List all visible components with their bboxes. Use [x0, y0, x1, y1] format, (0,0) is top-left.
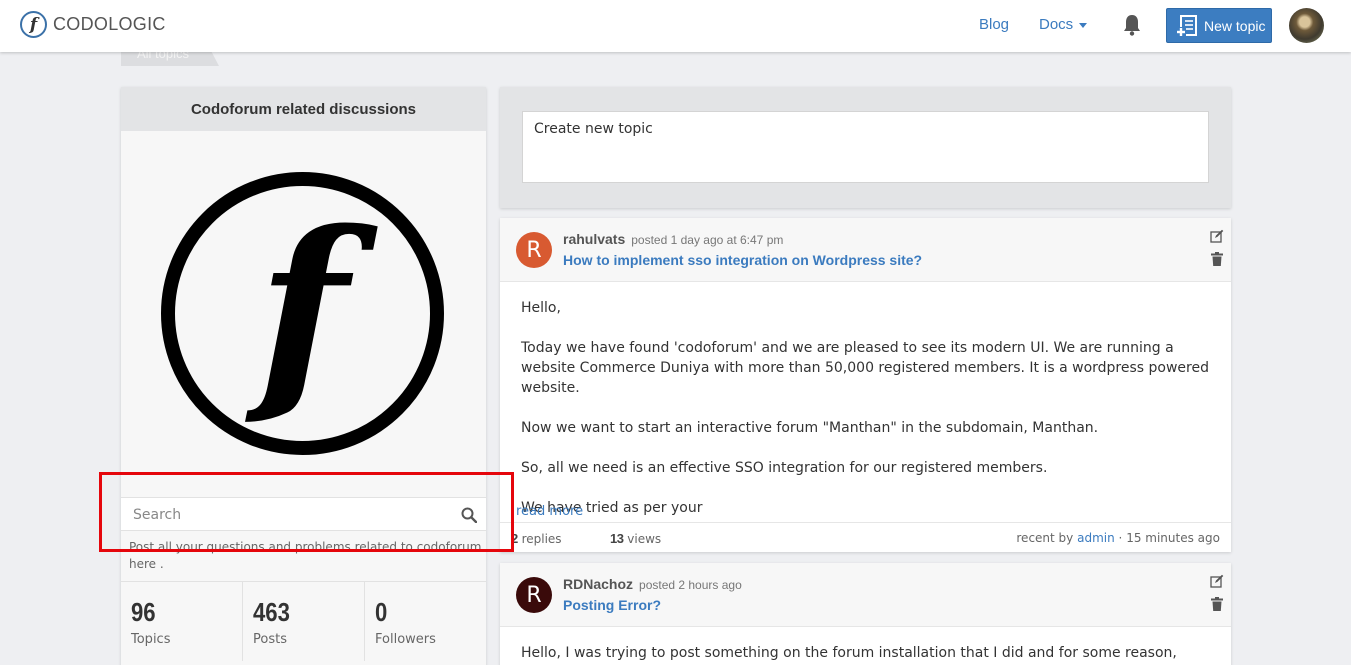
category-title: Codoforum related discussions — [121, 87, 486, 131]
recent-user-link[interactable]: admin — [1077, 531, 1115, 545]
read-more-link[interactable]: read more — [516, 504, 583, 519]
author-name[interactable]: RDNachoz — [563, 576, 633, 592]
replies-label: replies — [521, 532, 562, 546]
author-name[interactable]: rahulvats — [563, 231, 625, 247]
trash-icon[interactable] — [1211, 597, 1223, 611]
stat-topics-count: 96 — [131, 597, 156, 627]
stat-followers-count: 0 — [375, 597, 388, 627]
topic-title-link[interactable]: Posting Error? — [563, 597, 661, 613]
stat-followers: 0 Followers — [365, 582, 486, 661]
nav-blog-link[interactable]: Blog — [979, 16, 1009, 33]
category-logo-letter: f — [257, 185, 348, 432]
trash-icon[interactable] — [1211, 252, 1223, 266]
topic-title-link[interactable]: How to implement sso integration on Word… — [563, 252, 922, 268]
search-input[interactable] — [133, 503, 443, 527]
recent-time: 15 minutes ago — [1126, 531, 1220, 545]
body-paragraph: So, all we need is an effective SSO inte… — [521, 460, 1048, 476]
stat-topics: 96 Topics — [121, 582, 243, 661]
brand-name: CODOLOGIC — [53, 14, 166, 34]
nav-docs-label: Docs — [1039, 16, 1074, 33]
topic-card: R rahulvats posted 1 day ago at 6:47 pm H… — [500, 218, 1231, 552]
new-topic-label: New topic — [1204, 17, 1266, 34]
body-paragraph: Now we want to start an interactive foru… — [521, 420, 1099, 436]
body-paragraph: We have tried as per your — [521, 500, 703, 516]
new-document-icon — [1176, 14, 1197, 37]
user-avatar[interactable] — [1289, 8, 1324, 43]
category-description: Post all your questions and problems rel… — [129, 540, 482, 571]
post-meta: posted 2 hours ago — [639, 578, 742, 592]
stat-topics-label: Topics — [131, 632, 171, 647]
category-search — [121, 497, 486, 531]
chevron-down-icon — [1079, 22, 1088, 28]
nav-docs-dropdown[interactable]: Docs — [1039, 16, 1088, 33]
topic-author: RDNachoz posted 2 hours ago — [563, 576, 742, 592]
stat-posts-count: 463 — [253, 597, 290, 627]
recent-by-label: recent by — [1016, 531, 1074, 545]
category-panel: Codoforum related discussions f Post all… — [121, 87, 486, 665]
post-meta: posted 1 day ago at 6:47 pm — [631, 233, 784, 247]
recent-separator: · — [1118, 531, 1123, 545]
topic-card: R RDNachoz posted 2 hours ago Posting Err… — [500, 563, 1231, 665]
create-topic-input[interactable]: Create new topic — [522, 111, 1209, 183]
category-stats: 96 Topics 463 Posts 0 Followers — [121, 581, 486, 661]
brand-logo-letter: f — [29, 14, 38, 35]
views-label: views — [627, 532, 662, 546]
body-paragraph: Today we have found 'codoforum' and we a… — [521, 340, 1209, 396]
body-paragraph: Hello, I was trying to post something on… — [521, 645, 1177, 661]
stat-followers-label: Followers — [375, 632, 436, 647]
replies-count: 2 replies — [511, 531, 562, 546]
views-count: 13 views — [610, 531, 661, 546]
recent-activity: recent by admin · 15 minutes ago — [1016, 531, 1220, 545]
topic-body: Hello, I was trying to post something on… — [500, 627, 1231, 665]
topic-author: rahulvats posted 1 day ago at 6:47 pm — [563, 231, 783, 247]
search-icon[interactable] — [461, 507, 477, 523]
replies-number: 2 — [511, 531, 518, 546]
author-avatar[interactable]: R — [516, 577, 552, 613]
views-number: 13 — [610, 531, 624, 546]
author-avatar[interactable]: R — [516, 232, 552, 268]
edit-icon[interactable] — [1210, 574, 1224, 588]
topic-footer: 2 replies 13 views recent by admin · 15 … — [500, 522, 1231, 552]
codologic-logo-icon: f — [20, 11, 47, 38]
top-navbar: f CODOLOGIC Blog Docs New topic — [0, 0, 1351, 52]
topic-header: R RDNachoz posted 2 hours ago Posting Err… — [500, 563, 1231, 627]
edit-icon[interactable] — [1210, 229, 1224, 243]
stat-posts: 463 Posts — [243, 582, 365, 661]
codoforum-logo-icon: f — [161, 172, 444, 455]
composer-panel: Create new topic — [500, 87, 1231, 208]
brand-link[interactable]: f CODOLOGIC — [20, 11, 166, 38]
topic-body: Hello, Today we have found 'codoforum' a… — [500, 282, 1231, 518]
stat-posts-label: Posts — [253, 632, 287, 647]
bell-icon[interactable] — [1120, 13, 1144, 37]
new-topic-button[interactable]: New topic — [1166, 8, 1272, 43]
body-paragraph: Hello, — [521, 300, 561, 316]
topic-header: R rahulvats posted 1 day ago at 6:47 pm H… — [500, 218, 1231, 282]
